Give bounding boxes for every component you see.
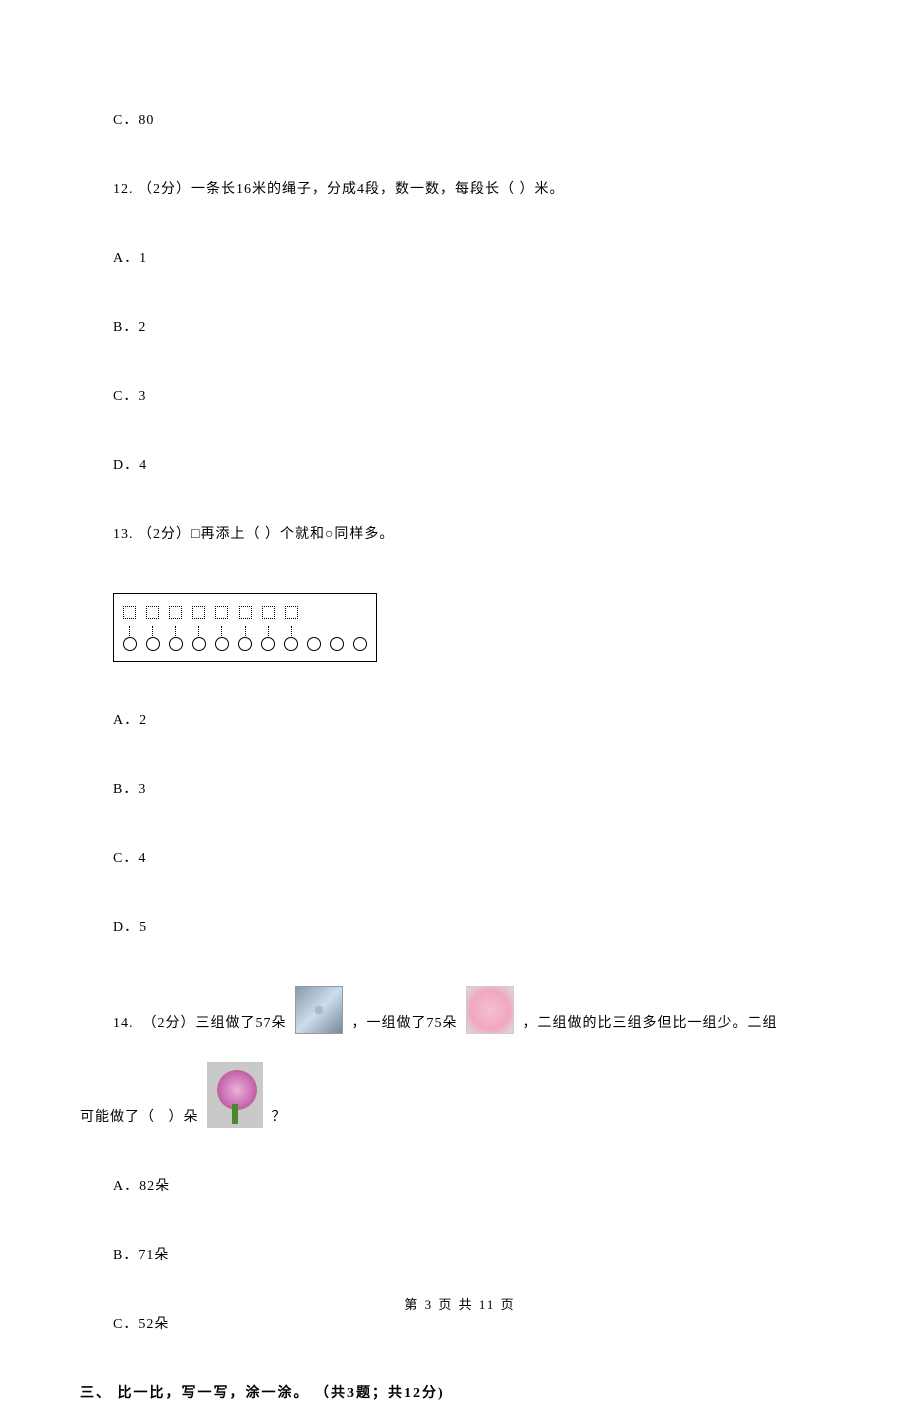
shape-column (122, 606, 137, 619)
circle-column (330, 625, 345, 651)
q14-seg5: ？ (267, 1107, 287, 1128)
circle-icon (238, 637, 252, 651)
circle-icon (192, 637, 206, 651)
circle-icon (261, 637, 275, 651)
shape-column (168, 606, 183, 619)
q14-seg2: ，一组做了75朵 (347, 1013, 462, 1034)
shape-column (214, 606, 229, 619)
q12-option-d: D．4 (113, 455, 840, 476)
shape-column (284, 606, 299, 619)
square-icon (285, 606, 298, 619)
circle-column (145, 625, 160, 651)
flower-image-3 (207, 1062, 263, 1128)
q14-seg3: ，二组做的比三组多但比一组少。二组 (518, 1013, 778, 1034)
q14-option-a: A．82朵 (113, 1176, 840, 1197)
circles-row (122, 625, 368, 651)
connector-line (221, 626, 222, 636)
circle-column (214, 625, 229, 651)
shape-column (307, 606, 322, 619)
q13-stem: 13. （2分）□再添上（ ）个就和○同样多。 (113, 524, 840, 545)
q12-option-a: A．1 (113, 248, 840, 269)
square-icon (192, 606, 205, 619)
circle-column (284, 625, 299, 651)
connector-line (291, 626, 292, 636)
q12-stem: 12. （2分）一条长16米的绳子，分成4段，数一数，每段长（ ）米。 (113, 179, 840, 200)
square-icon (169, 606, 182, 619)
circle-column (261, 625, 276, 651)
q14-option-b: B．71朵 (113, 1245, 840, 1266)
circle-column (353, 625, 368, 651)
circle-icon (330, 637, 344, 651)
circle-column (307, 625, 322, 651)
section-3-heading: 三、 比一比，写一写，涂一涂。 （共3题；共12分) (80, 1383, 840, 1404)
q13-option-c: C．4 (113, 848, 840, 869)
q14-stem-line2: 可能做了（ ）朵 ？ (80, 1062, 840, 1128)
circle-column (122, 625, 137, 651)
q13-option-b: B．3 (113, 779, 840, 800)
circle-icon (146, 637, 160, 651)
q12-option-c: C．3 (113, 386, 840, 407)
connector-line (152, 626, 153, 636)
connector-line (245, 626, 246, 636)
square-icon (239, 606, 252, 619)
shape-column (261, 606, 276, 619)
q11-option-c: C．80 (113, 110, 840, 131)
flower-image-2 (466, 986, 514, 1034)
q14-option-c: C．52朵 (113, 1314, 840, 1335)
q14-seg4: 可能做了（ ）朵 (80, 1107, 203, 1128)
circle-icon (284, 637, 298, 651)
q13-option-d: D．5 (113, 917, 840, 938)
circle-icon (215, 637, 229, 651)
shape-column (191, 606, 206, 619)
page-footer: 第 3 页 共 11 页 (0, 1295, 920, 1315)
square-icon (215, 606, 228, 619)
squares-row (122, 606, 368, 619)
connector-line (175, 626, 176, 636)
shape-column (145, 606, 160, 619)
square-icon (262, 606, 275, 619)
circle-icon (123, 637, 137, 651)
circle-column (191, 625, 206, 651)
circle-icon (353, 637, 367, 651)
q14-seg1: 14. （2分）三组做了57朵 (113, 1013, 291, 1034)
connector-line (268, 626, 269, 636)
shape-column (237, 606, 252, 619)
connector-line (198, 626, 199, 636)
circle-column (168, 625, 183, 651)
square-icon (123, 606, 136, 619)
square-icon (146, 606, 159, 619)
q12-option-b: B．2 (113, 317, 840, 338)
circle-icon (169, 637, 183, 651)
q14-stem-line1: 14. （2分）三组做了57朵 ，一组做了75朵 ，二组做的比三组多但比一组少。… (113, 986, 840, 1034)
q13-option-a: A．2 (113, 710, 840, 731)
circle-column (237, 625, 252, 651)
shape-column (353, 606, 368, 619)
q13-shapes-box (113, 593, 377, 662)
circle-icon (307, 637, 321, 651)
shape-column (330, 606, 345, 619)
connector-line (129, 626, 130, 636)
flower-image-1 (295, 986, 343, 1034)
